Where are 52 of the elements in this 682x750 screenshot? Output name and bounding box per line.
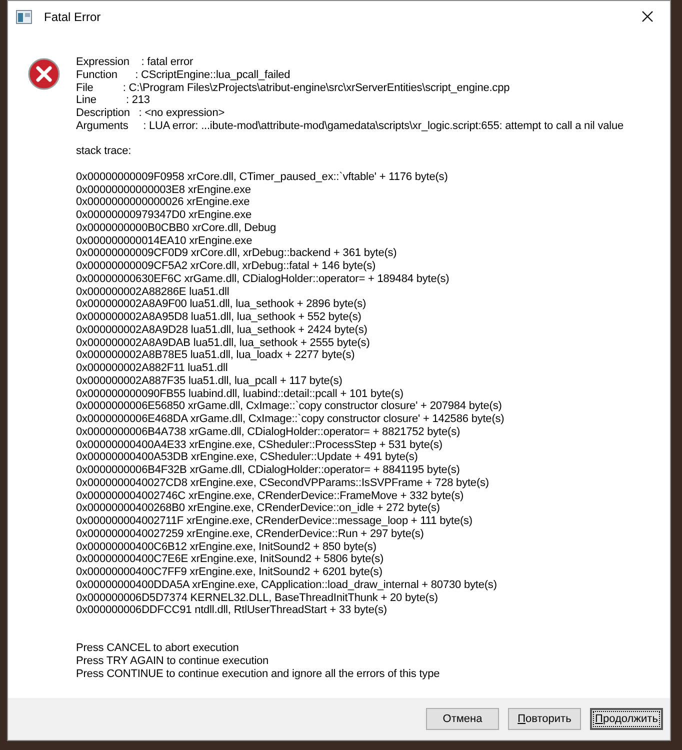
stack-trace-line: 0x00000000400C6B12 xrEngine.exe, InitSound2 + 850 byte(s) [76, 540, 376, 554]
error-detail-line: File : C:\Program Files\zProjects\atribut-engine\src\xrServerEntities\script_engine.cpp [76, 82, 510, 94]
stack-trace-line: 0x000000006DDFCC91 ntdll.dll, RtlUserThreadStart + 33 byte(s) [76, 604, 387, 617]
stack-trace-line: 0x00000000000003E8 xrEngine.exe [76, 184, 251, 196]
stack-trace-line: 0x000000002A887F35 lua51.dll, lua_pcall + 117 byte(s) [76, 374, 342, 388]
instruction-line: Press CANCEL to abort execution [76, 642, 239, 655]
stack-trace-line: 0x000000002A882F11 lua51.dll [76, 362, 228, 375]
stack-trace-line: 0x00000000400A4E33 xrEngine.exe, CSheduler::ProcessStep + 531 byte(s) [76, 438, 442, 452]
stack-trace-line: 0x0000000006E468DA xrGame.dll, CxImage::`copy constructor closure' + 142586 byte(s) [76, 413, 504, 426]
stack-trace-heading: stack trace: [76, 145, 132, 158]
stack-trace-line: 0x00000000400C7E6E xrEngine.exe, InitSound2 + 5806 byte(s) [76, 553, 384, 566]
stack-trace-line: 0x000000004002711F xrEngine.exe, CRenderDevice::message_loop + 111 byte(s) [76, 515, 472, 528]
app-icon [16, 10, 32, 24]
stack-trace-line: 0x000000002A8A9D28 lua51.dll, lua_sethook + 2424 byte(s) [76, 324, 368, 336]
stack-trace-line: 0x00000000009CF5A2 xrCore.dll, xrDebug::fatal + 146 byte(s) [76, 260, 376, 273]
stack-trace-line: 0x0000000006B4F32B xrGame.dll, CDialogHolder::operator= + 8841195 byte(s) [76, 464, 460, 477]
stack-trace-line: 0x000000004002746C xrEngine.exe, CRenderDevice::FrameMove + 332 byte(s) [76, 490, 464, 502]
window-title: Fatal Error [44, 8, 101, 26]
stack-trace-line: 0x0000000040027CD8 xrEngine.exe, CSecondVPParams::IsSVPFrame + 728 byte(s) [76, 476, 489, 490]
stack-trace-line: 0x0000000040027259 xrEngine.exe, CRenderDevice::Run + 297 byte(s) [76, 528, 424, 540]
stack-trace-line: 0x000000002A8A9DAB lua51.dll, lua_sethook + 2555 byte(s) [76, 336, 370, 350]
error-detail-line: Description : <no expression> [76, 107, 225, 120]
error-detail-line: Arguments : LUA error: ...ibute-mod\attribute-mod\gamedata\scripts\xr_logic.script:655: attempt to call a nil value [76, 120, 624, 132]
stack-trace-line: 0x00000000009CF0D9 xrCore.dll, xrDebug::backend + 361 byte(s) [76, 247, 397, 260]
close-icon [642, 11, 652, 22]
stack-trace-line: 0x00000000400C7FF9 xrEngine.exe, InitSound2 + 6201 byte(s) [76, 566, 382, 579]
stack-trace-line: 0x0000000000B0CBB0 xrCore.dll, Debug [76, 222, 276, 234]
stack-trace-line: 0x000000000014EA10 xrEngine.exe [76, 234, 252, 248]
stack-trace-line: 0x000000000090FB55 luabind.dll, luabind::detail::pcall + 101 byte(s) [76, 388, 404, 400]
stack-trace-line: 0x0000000006B4A738 xrGame.dll, CDialogHolder::operator= + 8821752 byte(s) [76, 426, 460, 438]
stack-trace-line: 0x00000000979347D0 xrEngine.exe [76, 209, 252, 222]
stack-trace-line: 0x00000000400268B0 xrEngine.exe, CRenderDevice::on_idle + 272 byte(s) [76, 502, 440, 515]
stack-trace-line: 0x000000002A8A9F00 lua51.dll, lua_sethook + 2896 byte(s) [76, 298, 366, 311]
stack-trace-line: 0x000000002A8A95D8 lua51.dll, lua_sethook + 552 byte(s) [76, 311, 362, 324]
stack-trace-line: 0x00000000009F0958 xrCore.dll, CTimer_paused_ex::`vftable' + 1176 byte(s) [76, 170, 448, 184]
stack-trace-line: 0x00000000400A53DB xrEngine.exe, CSheduler::Update + 491 byte(s) [76, 451, 418, 464]
instruction-line: Press TRY AGAIN to continue execution [76, 654, 269, 668]
stack-trace-line: 0x000000006D5D7374 KERNEL32.DLL, BaseThreadInitThunk + 20 byte(s) [76, 592, 438, 604]
stack-trace-line: 0x00000000630EF6C xrGame.dll, CDialogHolder::operator= + 189484 byte(s) [76, 272, 450, 286]
stack-trace-line: 0x000000002A8B78E5 lua51.dll, lua_loadx + 2277 byte(s) [76, 349, 355, 362]
dialog-button[interactable]: Повторить [508, 708, 581, 730]
stack-trace-line: 0x000000002A88286E lua51.dll [76, 286, 230, 298]
error-icon [28, 58, 60, 90]
dialog-button[interactable]: Отмена [426, 708, 499, 730]
stack-trace-line: 0x0000000000000026 xrEngine.exe [76, 196, 250, 209]
dialog-button[interactable]: Продолжить [590, 708, 663, 730]
instruction-line: Press CONTINUE to continue execution and ignore all the errors of this type [76, 668, 440, 680]
stack-trace-line: 0x00000000400DDA5A xrEngine.exe, CApplication::load_draw_internal + 80730 byte(s) [76, 578, 497, 592]
stack-trace-line: 0x0000000006E56850 xrGame.dll, CxImage::`copy constructor closure' + 207984 byte(s) [76, 400, 502, 413]
error-detail-line: Line : 213 [76, 94, 150, 107]
error-detail-line: Function : CScriptEngine::lua_pcall_failed [76, 68, 290, 82]
error-detail-line: Expression : fatal error [76, 56, 194, 69]
